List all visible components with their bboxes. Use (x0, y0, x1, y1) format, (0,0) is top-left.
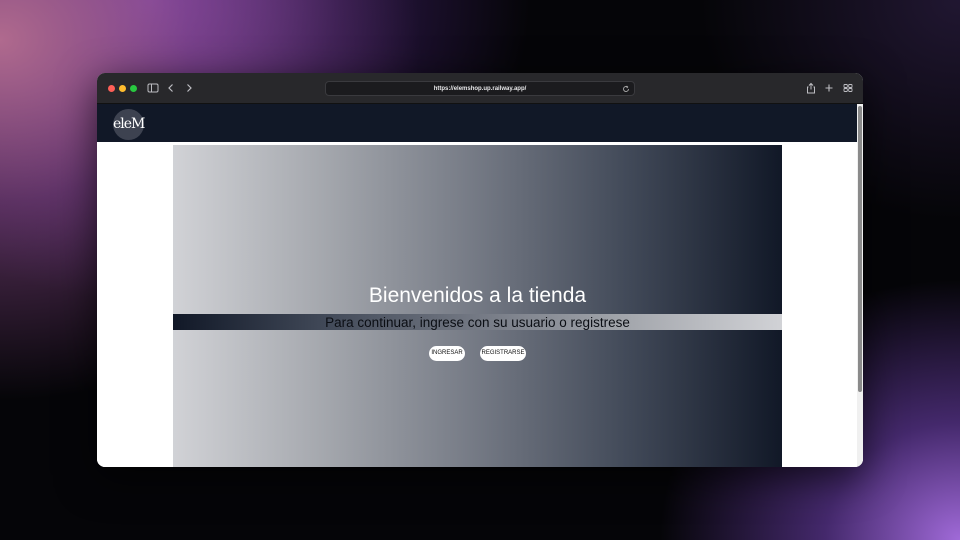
register-button[interactable]: REGISTRARSE (480, 346, 526, 361)
forward-icon[interactable] (182, 81, 196, 95)
minimize-window-button[interactable] (119, 85, 126, 92)
new-tab-icon[interactable] (822, 81, 836, 95)
site-navbar: eleM (97, 104, 857, 142)
page-viewport: eleM Bienvenidos a la tienda Para contin… (97, 104, 863, 467)
hero-subtitle: Para continuar, ingrese con su usuario o… (325, 315, 630, 330)
address-url: https://elemshop.up.railway.app/ (433, 86, 527, 92)
browser-titlebar: https://elemshop.up.railway.app/ (97, 73, 863, 104)
close-window-button[interactable] (108, 85, 115, 92)
sidebar-toggle-icon[interactable] (146, 81, 160, 95)
login-button[interactable]: INGRESAR (429, 346, 465, 361)
share-icon[interactable] (804, 81, 818, 95)
reload-icon[interactable] (622, 85, 630, 93)
browser-window: https://elemshop.up.railway.app/ eleM Bi… (97, 73, 863, 467)
logo-text: eleM (113, 116, 145, 132)
back-icon[interactable] (164, 81, 178, 95)
address-bar[interactable]: https://elemshop.up.railway.app/ (325, 81, 635, 96)
hero-title: Bienvenidos a la tienda (368, 284, 587, 307)
page-scrollbar[interactable] (857, 104, 863, 467)
zoom-window-button[interactable] (130, 85, 137, 92)
hero-banner: Bienvenidos a la tienda Para continuar, … (173, 145, 782, 467)
site-logo[interactable]: eleM (113, 109, 145, 140)
scrollbar-thumb[interactable] (858, 106, 862, 392)
tab-overview-icon[interactable] (841, 81, 855, 95)
